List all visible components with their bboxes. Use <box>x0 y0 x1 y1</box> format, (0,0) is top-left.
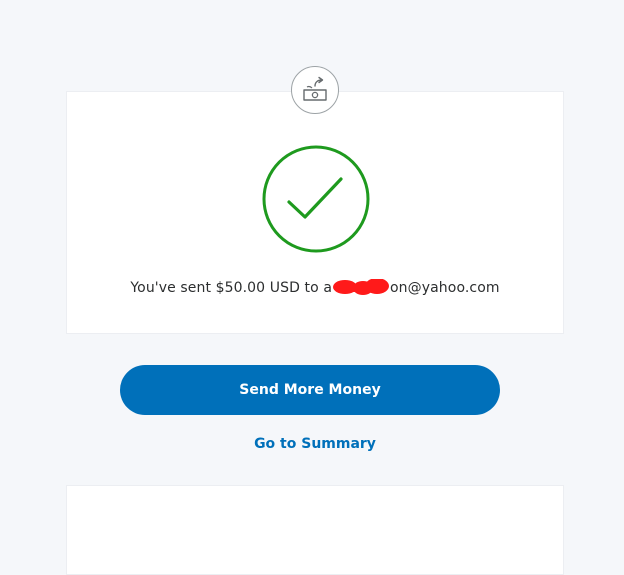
money-send-icon <box>291 66 339 114</box>
success-check-icon <box>262 145 370 253</box>
send-more-money-button[interactable]: Send More Money <box>120 365 500 415</box>
secondary-card <box>66 485 564 575</box>
payment-sent-message-end: on@yahoo.com <box>390 280 500 296</box>
go-to-summary-link[interactable]: Go to Summary <box>66 436 564 452</box>
redacted-email-mark <box>333 278 389 295</box>
payment-sent-message-start: You've sent $50.00 USD to a <box>130 280 332 296</box>
payment-sent-message: You've sent $50.00 USD to a on@yahoo.com <box>66 278 564 296</box>
